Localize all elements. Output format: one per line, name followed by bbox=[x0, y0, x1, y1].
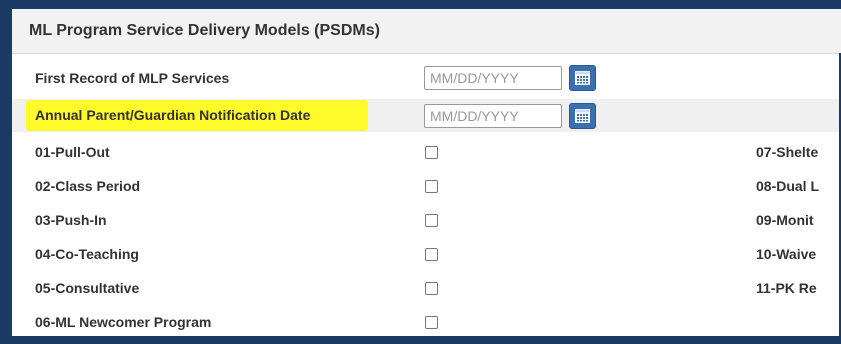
list-item: 04-Co-Teaching 10-Waive bbox=[12, 236, 841, 270]
psdm-panel: ML Program Service Delivery Models (PSDM… bbox=[12, 9, 841, 336]
co-teaching-checkbox[interactable] bbox=[425, 248, 438, 261]
date-row-first-record: First Record of MLP Services bbox=[12, 63, 841, 94]
first-record-calendar-button[interactable] bbox=[569, 65, 596, 91]
class-period-checkbox[interactable] bbox=[425, 180, 438, 193]
annual-notification-label: Annual Parent/Guardian Notification Date bbox=[35, 107, 311, 123]
first-record-date-input[interactable] bbox=[424, 66, 562, 90]
pk-label: 11-PK Re bbox=[756, 280, 817, 296]
waived-label: 10-Waive bbox=[756, 246, 817, 262]
first-record-label: First Record of MLP Services bbox=[35, 70, 230, 86]
class-period-label: 02-Class Period bbox=[35, 178, 141, 194]
dual-language-label: 08-Dual L bbox=[756, 178, 820, 194]
annual-notification-calendar-button[interactable] bbox=[569, 103, 596, 129]
push-in-checkbox[interactable] bbox=[425, 214, 438, 227]
list-item: 02-Class Period 08-Dual L bbox=[12, 168, 841, 202]
co-teaching-label: 04-Co-Teaching bbox=[35, 246, 139, 262]
push-in-label: 03-Push-In bbox=[35, 212, 107, 228]
calendar-icon bbox=[575, 71, 590, 85]
date-row-annual-notification: Annual Parent/Guardian Notification Date bbox=[12, 99, 841, 132]
monitoring-label: 09-Monit bbox=[756, 212, 814, 228]
list-item: 06-ML Newcomer Program bbox=[12, 304, 841, 336]
list-item: 01-Pull-Out 07-Shelte bbox=[12, 134, 841, 168]
list-item: 05-Consultative 11-PK Re bbox=[12, 270, 841, 304]
panel-header: ML Program Service Delivery Models (PSDM… bbox=[12, 9, 841, 54]
sheltered-label: 07-Shelte bbox=[756, 144, 819, 160]
newcomer-program-label: 06-ML Newcomer Program bbox=[35, 314, 212, 330]
pull-out-checkbox[interactable] bbox=[425, 146, 438, 159]
panel-title: ML Program Service Delivery Models (PSDM… bbox=[29, 22, 380, 39]
list-item: 03-Push-In 09-Monit bbox=[12, 202, 841, 236]
annual-notification-date-input[interactable] bbox=[424, 104, 562, 128]
newcomer-program-checkbox[interactable] bbox=[425, 316, 438, 329]
consultative-checkbox[interactable] bbox=[425, 282, 438, 295]
consultative-label: 05-Consultative bbox=[35, 280, 140, 296]
pull-out-label: 01-Pull-Out bbox=[35, 144, 110, 160]
calendar-icon bbox=[575, 109, 590, 123]
